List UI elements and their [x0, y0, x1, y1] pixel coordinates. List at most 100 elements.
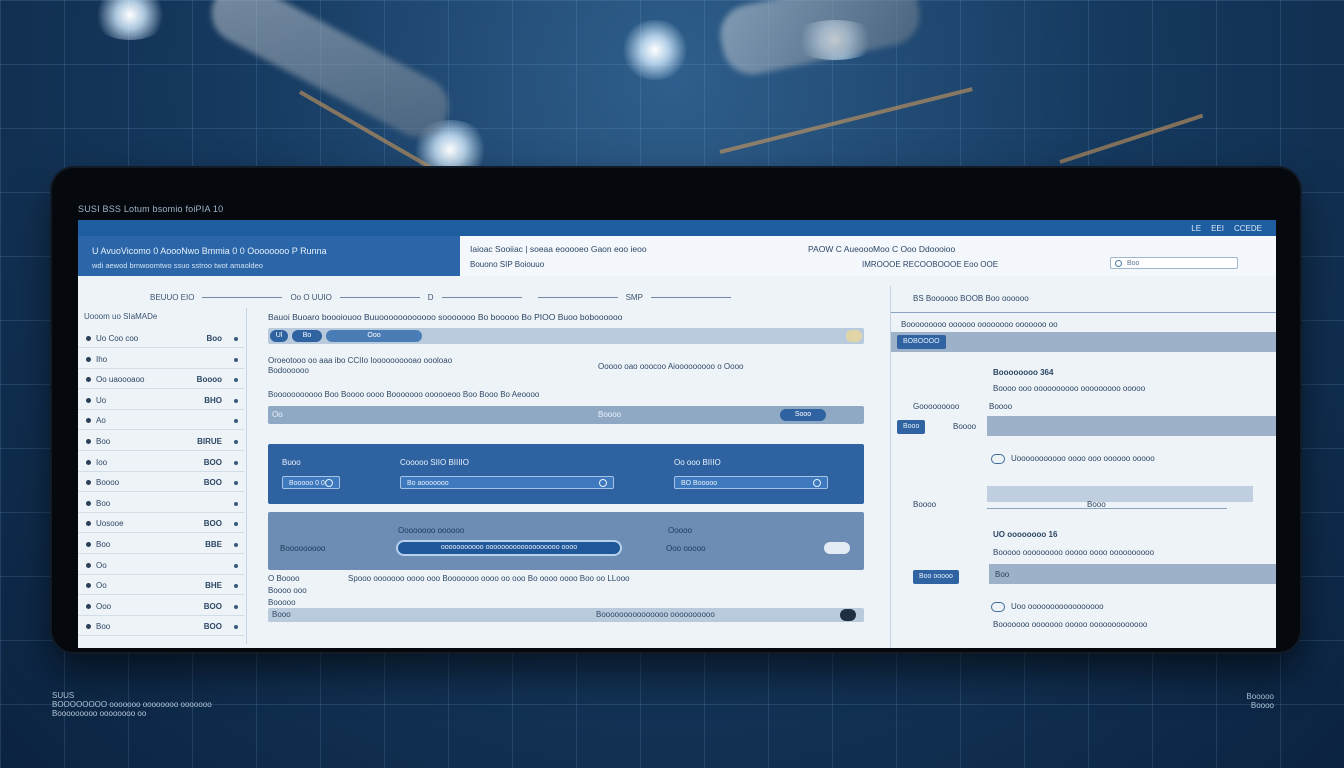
- sidebar-item-value: BOO: [203, 519, 222, 529]
- status-dot-icon: [86, 439, 91, 444]
- card-label: Ooooo: [668, 526, 693, 535]
- input-card: Buoo Cooooo SIIO BIIIIO Oo ooo BIIIO Boo…: [268, 444, 864, 504]
- status-mid: Booooooooooooooo oooooooooo: [596, 610, 715, 619]
- sidebar-item-marker-icon: [234, 357, 238, 362]
- section-subtitle: Booooo: [268, 598, 296, 607]
- filter-row[interactable]: Booooooooooo Boo Boooo oooo Booooooo ooo…: [268, 390, 539, 399]
- sidebar-item-marker-icon: [234, 460, 238, 465]
- sidebar-item-label: Uo: [96, 395, 107, 405]
- sidebar-item-value: BIRUE: [197, 437, 222, 446]
- status-dot-icon: [86, 562, 91, 568]
- status-dot-icon: [86, 459, 91, 465]
- sidebar-item-value: BHE: [205, 581, 222, 591]
- block-subtitle: Booooooo ooooooo ooooo ooooooooooooo: [993, 620, 1148, 629]
- sidebar-item[interactable]: Oo BHE: [78, 577, 244, 596]
- header-nav[interactable]: Iaioac Sooiiac | soeaa eooooeo Gaon eoo …: [470, 244, 647, 254]
- card-field-value: Booooo 0 0: [289, 480, 325, 487]
- sidebar-item-label: Boo: [96, 622, 111, 632]
- topbar-item[interactable]: LE: [1191, 224, 1201, 233]
- card-field[interactable]: Bo aooooooo: [400, 476, 614, 489]
- card-label: Ooo ooooo: [666, 544, 706, 553]
- sidebar-item-label: Ao: [96, 416, 106, 426]
- block-left: Gooooooooo: [913, 402, 960, 411]
- status-dot-icon: [86, 377, 91, 383]
- sidebar-item[interactable]: Iho: [78, 351, 244, 369]
- sidebar-item[interactable]: Uosooe BOO: [78, 515, 244, 534]
- sidebar-item-value: Boooo: [196, 375, 222, 385]
- sidebar-item[interactable]: Boo: [78, 495, 244, 513]
- sidebar-item[interactable]: Oo uaoooaoo Boooo: [78, 371, 244, 390]
- sidebar-item[interactable]: Uo BHO: [78, 392, 244, 410]
- tab[interactable]: Ul: [270, 330, 288, 342]
- panel-bar: [989, 564, 1276, 584]
- sidebar-item-marker-icon: [234, 419, 238, 424]
- toolbar-divider: [202, 296, 283, 298]
- header-status: PAOW C AueoooMoo C Ooo Ddoooioo: [808, 244, 956, 254]
- sidebar-item-value: BHO: [204, 395, 222, 405]
- toolbar-item[interactable]: SMP: [626, 293, 643, 302]
- search-icon: [1115, 260, 1122, 267]
- sidebar-item[interactable]: Boo BIRUE: [78, 433, 244, 451]
- panel-bar: [987, 416, 1276, 436]
- apply-button[interactable]: Sooo: [780, 409, 826, 421]
- sidebar-item[interactable]: Boo BOO: [78, 618, 244, 637]
- panel-heading[interactable]: BS Boooooo BOOB Boo oooooo: [913, 294, 1029, 303]
- block-title: Boooooooo 364: [993, 368, 1054, 377]
- sidebar-item-label: Boo: [96, 498, 111, 508]
- toolbar-divider: [441, 296, 522, 298]
- card-field[interactable]: Booooo 0 0: [282, 476, 340, 489]
- panel-chip[interactable]: BOBOOOO: [897, 335, 946, 349]
- card-field[interactable]: BO Booooo: [674, 476, 828, 489]
- sidebar-item[interactable]: Boooo BOO: [78, 474, 244, 493]
- top-bar: LE EEI CCEDE: [78, 220, 1276, 236]
- sidebar-item-marker-icon: [234, 481, 238, 486]
- tab[interactable]: Bo: [292, 330, 322, 342]
- toolbar-divider: [650, 296, 731, 298]
- card-label: Oooooooo oooooo: [398, 526, 465, 535]
- section-title: O Boooo: [268, 574, 300, 583]
- sidebar-item-marker-icon: [234, 337, 238, 341]
- search-input[interactable]: Boo: [1110, 257, 1238, 269]
- step-bar: [987, 486, 1253, 502]
- bottom-row[interactable]: Spooo ooooooo oooo ooo Booooooo oooo oo …: [348, 574, 630, 583]
- block-title: Uooooooooooo oooo ooo oooooo ooooo: [1011, 454, 1155, 463]
- sidebar-item-marker-icon: [234, 563, 238, 568]
- toolbar-item[interactable]: Oo O UUIO: [290, 293, 331, 302]
- section-title-right: Ooooo oao ooocoo Aiooooooooo o Oooo: [598, 362, 744, 371]
- chip-side: Boooo: [953, 422, 977, 431]
- toggle-icon[interactable]: [846, 330, 862, 342]
- step-label: Booo: [1087, 500, 1106, 509]
- floor-caption-left: SUUS BOOOOOOOO ooooooo oooooooo ooooooo …: [52, 691, 212, 718]
- card-label: Cooooo SIIO BIIIIO: [400, 458, 469, 467]
- brand-block: U AvuoVicomo 0 AoooNwo Bmmia 0 0 Ooooooo…: [78, 236, 460, 276]
- sidebar: Uooom uo SIaMADe Uo Coo coo Boo Iho Oo uaoo…: [78, 308, 247, 644]
- block-title: Uoo ooooooooooooooooo: [1011, 602, 1104, 611]
- progress-pill[interactable]: ooooooooooo ooooooooooooooooooo oooo: [396, 540, 622, 556]
- sidebar-item[interactable]: Ao: [78, 412, 244, 431]
- toolbar-item[interactable]: BEUUO EIO: [150, 293, 194, 302]
- app-screen: LE EEI CCEDE U AvuoVicomo 0 AoooNwo Bmmi…: [78, 220, 1276, 648]
- sidebar-item[interactable]: Uo Coo coo Boo: [78, 330, 244, 348]
- sidebar-item[interactable]: Ioo BOO: [78, 454, 244, 472]
- status-dot-icon: [86, 521, 91, 527]
- status-dot-icon: [86, 397, 91, 403]
- sidebar-item-label: Uo Coo coo: [96, 334, 139, 343]
- sidebar-item[interactable]: Boo BBE: [78, 536, 244, 554]
- ceiling-light: [620, 20, 690, 80]
- sidebar-item-marker-icon: [234, 378, 238, 383]
- topbar-item[interactable]: CCEDE: [1234, 224, 1262, 233]
- panel-chip[interactable]: Booo: [897, 420, 926, 434]
- panel-chip[interactable]: Boo ooooo: [913, 570, 959, 584]
- block-subtitle: Booooo ooooooooo ooooo oooo oooooooooo: [993, 548, 1155, 557]
- block-row: Boo: [995, 570, 1010, 579]
- toolbar-item[interactable]: D: [428, 293, 434, 302]
- topbar-item[interactable]: EEI: [1211, 224, 1224, 233]
- sidebar-item[interactable]: Oo: [78, 557, 244, 575]
- floor-caption-right: Booooo Boooo: [1246, 692, 1274, 710]
- toggle-icon[interactable]: [824, 542, 850, 554]
- tab[interactable]: Ooo: [326, 330, 422, 342]
- sidebar-item-value: BBE: [205, 540, 222, 549]
- progress-card: Oooooooo oooooo Ooooo Booooooooo ooooooo…: [268, 512, 864, 570]
- sidebar-item[interactable]: Ooo BOO: [78, 598, 244, 616]
- card-field-value: BO Booooo: [681, 480, 718, 487]
